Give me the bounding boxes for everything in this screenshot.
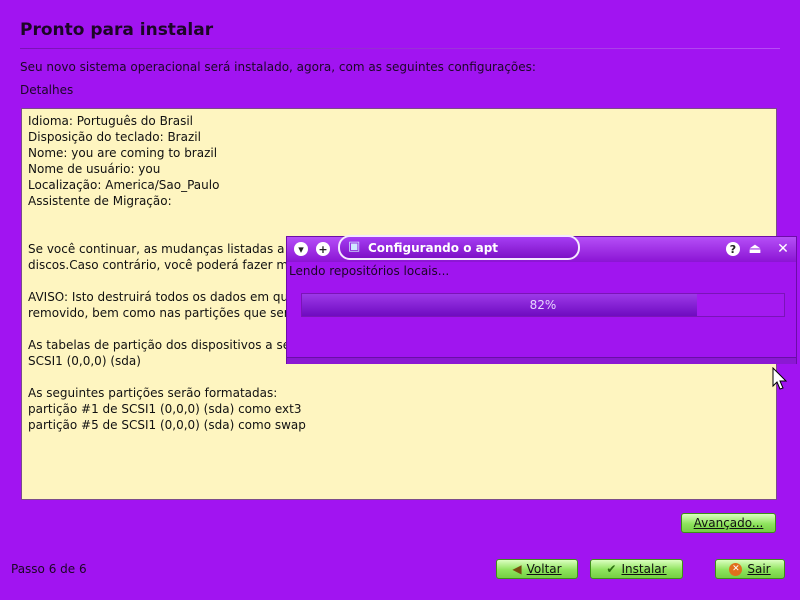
- mouse-pointer-icon: [772, 367, 788, 390]
- back-arrow-icon: ◀: [512, 562, 522, 576]
- page-subtitle: Seu novo sistema operacional será instal…: [20, 60, 536, 74]
- shade-icon[interactable]: ⏏: [748, 242, 762, 256]
- help-icon[interactable]: ?: [726, 242, 740, 256]
- summary-line: Se você continuar, as mudanças listadas …: [28, 242, 285, 256]
- step-indicator: Passo 6 de 6: [11, 562, 87, 576]
- progress-percent: 82%: [529, 298, 557, 312]
- summary-line: As seguintes partições serão formatadas:: [28, 386, 278, 400]
- progress-dialog: ▾ + ▣ Configurando o apt ? ⏏ ✕ Lendo rep…: [286, 235, 797, 364]
- summary-line: Nome de usuário: you: [28, 162, 161, 176]
- summary-line: Nome: you are coming to brazil: [28, 146, 218, 160]
- progress-bar: 82%: [301, 293, 785, 317]
- summary-line: AVISO: Isto destruirá todos os dados em …: [28, 290, 289, 304]
- quit-icon: ✕: [729, 562, 743, 576]
- back-button[interactable]: ◀ Voltar: [496, 559, 578, 579]
- apt-package-icon: ▣: [348, 239, 361, 254]
- advanced-button[interactable]: Avançado...: [681, 513, 776, 533]
- summary-line: Disposição do teclado: Brazil: [28, 130, 201, 144]
- back-button-label: Voltar: [526, 562, 562, 576]
- details-label: Detalhes: [20, 83, 74, 97]
- dialog-bottom-edge: [287, 357, 796, 364]
- install-button-label: Instalar: [621, 562, 667, 576]
- dialog-titlebar: ▾ + ▣ Configurando o apt ? ⏏ ✕: [287, 235, 796, 262]
- summary-line: removido, bem como nas partições que ser: [28, 306, 289, 320]
- summary-line: Assistente de Migração:: [28, 194, 172, 208]
- install-button[interactable]: ✔ Instalar: [590, 559, 683, 579]
- page-title: Pronto para instalar: [20, 20, 214, 40]
- dialog-title-tab: ▣ Configurando o apt: [338, 235, 580, 260]
- title-separator: [20, 48, 780, 49]
- summary-line: discos.Caso contrário, você poderá fazer…: [28, 258, 289, 272]
- progress-status: Lendo repositórios locais...: [289, 264, 450, 278]
- summary-line: As tabelas de partição dos dispositivos …: [28, 338, 298, 352]
- close-icon[interactable]: ✕: [776, 242, 790, 256]
- quit-button[interactable]: ✕ Sair: [715, 559, 785, 579]
- summary-line: partição #1 de SCSI1 (0,0,0) (sda) como …: [28, 402, 302, 416]
- summary-line: SCSI1 (0,0,0) (sda): [28, 354, 141, 368]
- quit-button-label: Sair: [747, 562, 771, 576]
- window-menu-icon[interactable]: ▾: [294, 242, 308, 256]
- summary-line: Idioma: Português do Brasil: [28, 114, 194, 128]
- summary-line: partição #5 de SCSI1 (0,0,0) (sda) como …: [28, 418, 306, 432]
- pin-icon[interactable]: +: [316, 242, 330, 256]
- check-icon: ✔: [606, 562, 617, 576]
- summary-line: Localização: America/Sao_Paulo: [28, 178, 220, 192]
- dialog-title: Configurando o apt: [368, 240, 499, 255]
- advanced-button-label: Avançado...: [693, 516, 764, 530]
